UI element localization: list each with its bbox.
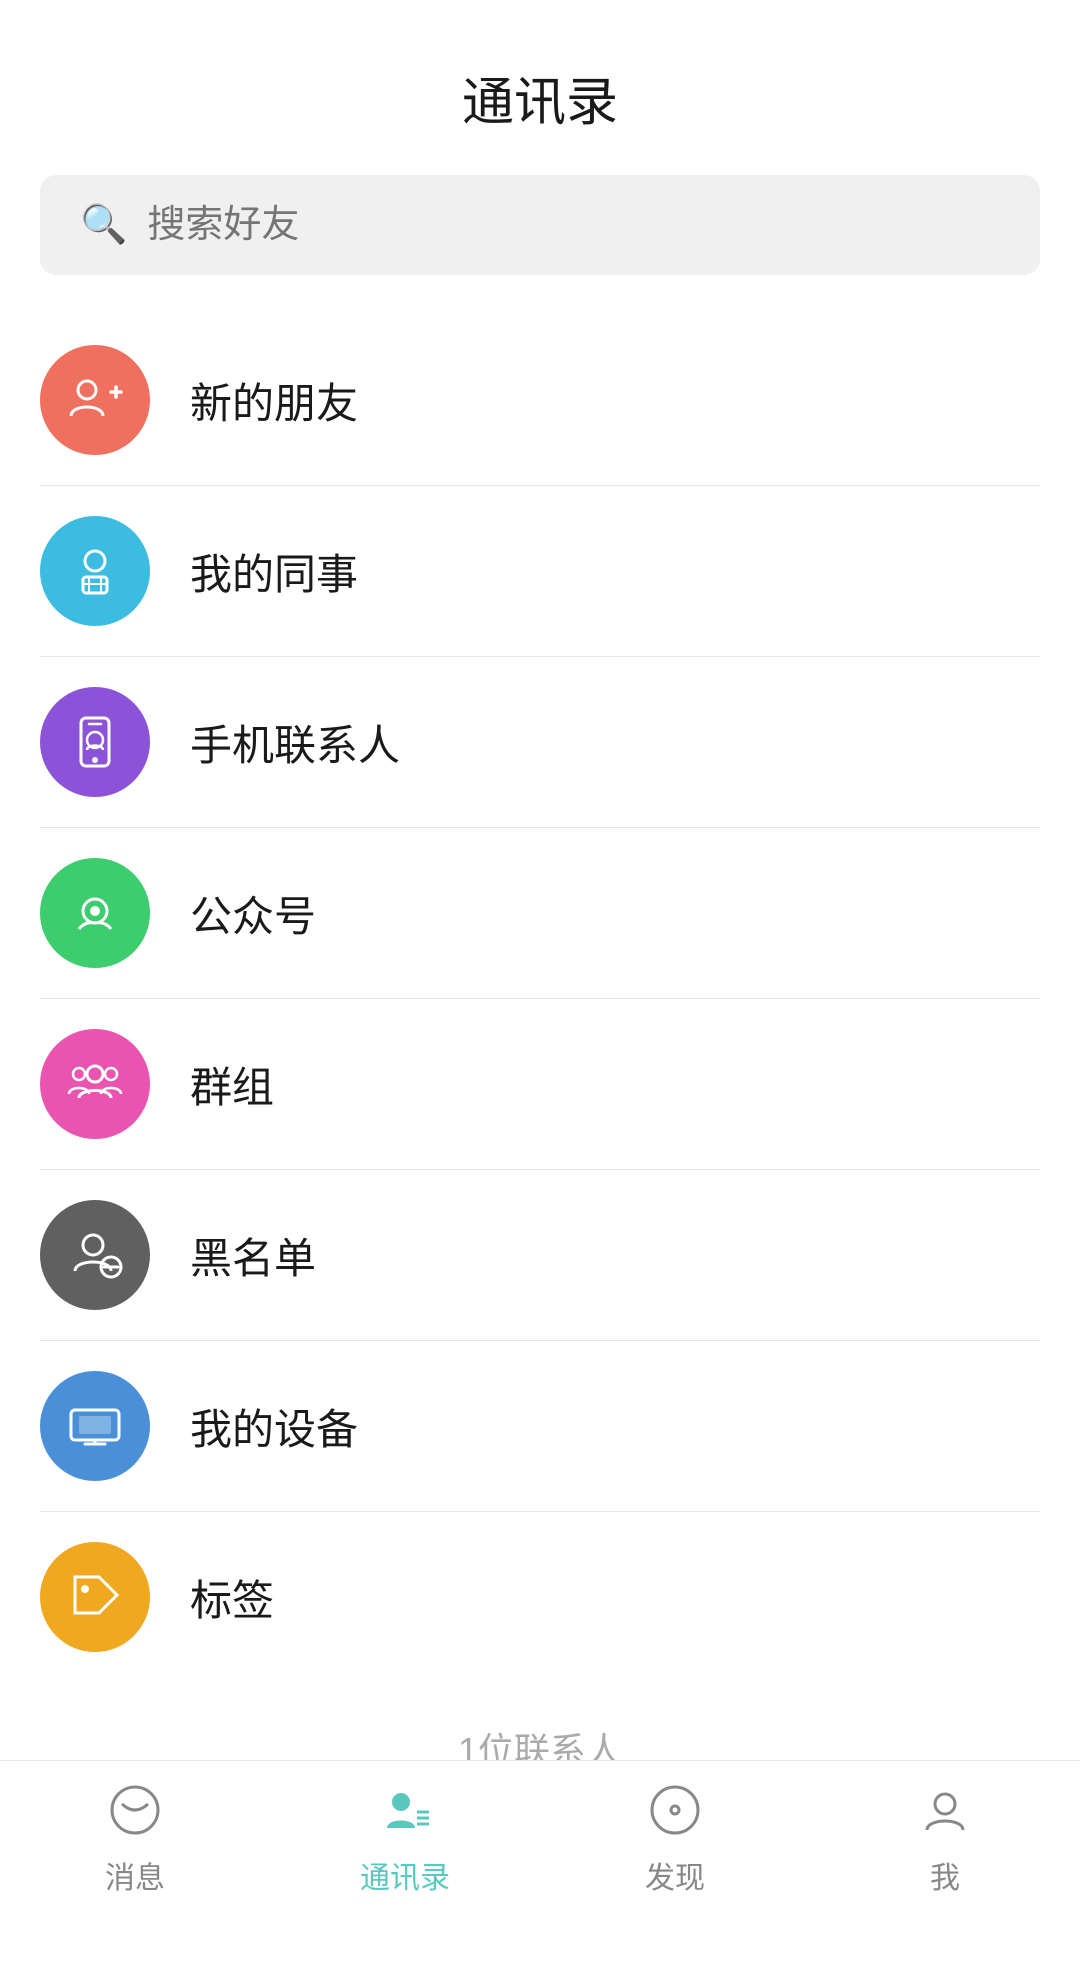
bottom-nav: 消息 通讯录 发现 <box>0 1760 1080 1920</box>
menu-item-blacklist[interactable]: 黑名单 <box>40 1170 1040 1341</box>
tag-label: 标签 <box>190 1567 274 1628</box>
me-icon <box>919 1784 971 1845</box>
menu-item-my-device[interactable]: 我的设备 <box>40 1341 1040 1512</box>
groups-icon <box>40 1029 150 1139</box>
contacts-label: 通讯录 <box>360 1853 450 1897</box>
messages-icon <box>109 1784 161 1845</box>
search-bar-container: 🔍 <box>0 175 1080 315</box>
my-device-label: 我的设备 <box>190 1396 358 1457</box>
search-input[interactable] <box>147 204 1000 247</box>
phone-contacts-label: 手机联系人 <box>190 712 400 773</box>
nav-item-discover[interactable]: 发现 <box>575 1784 775 1897</box>
messages-label: 消息 <box>105 1853 165 1897</box>
blacklist-icon <box>40 1200 150 1310</box>
new-friend-icon <box>40 345 150 455</box>
official-account-label: 公众号 <box>190 883 316 944</box>
menu-item-tag[interactable]: 标签 <box>40 1512 1040 1682</box>
page-title: 通讯录 <box>462 74 618 132</box>
colleague-label: 我的同事 <box>190 541 358 602</box>
colleague-icon <box>40 516 150 626</box>
menu-item-official-account[interactable]: 公众号 <box>40 828 1040 999</box>
discover-icon <box>649 1784 701 1845</box>
me-label: 我 <box>930 1853 960 1897</box>
nav-item-me[interactable]: 我 <box>845 1784 1045 1897</box>
menu-item-new-friend[interactable]: 新的朋友 <box>40 315 1040 486</box>
nav-item-contacts[interactable]: 通讯录 <box>305 1784 505 1897</box>
menu-item-groups[interactable]: 群组 <box>40 999 1040 1170</box>
menu-list: 新的朋友 我的同事 手机联系人 公众号 群组 黑名单 我的设备 标签 <box>0 315 1080 1682</box>
menu-item-phone-contacts[interactable]: 手机联系人 <box>40 657 1040 828</box>
search-icon: 🔍 <box>80 203 127 247</box>
contacts-icon <box>379 1784 431 1845</box>
search-bar[interactable]: 🔍 <box>40 175 1040 275</box>
nav-item-messages[interactable]: 消息 <box>35 1784 235 1897</box>
new-friend-label: 新的朋友 <box>190 370 358 431</box>
groups-label: 群组 <box>190 1054 274 1115</box>
header: 通讯录 <box>0 0 1080 175</box>
menu-item-colleague[interactable]: 我的同事 <box>40 486 1040 657</box>
phone-contacts-icon <box>40 687 150 797</box>
tag-icon <box>40 1542 150 1652</box>
discover-label: 发现 <box>645 1853 705 1897</box>
official-account-icon <box>40 858 150 968</box>
blacklist-label: 黑名单 <box>190 1225 316 1286</box>
my-device-icon <box>40 1371 150 1481</box>
